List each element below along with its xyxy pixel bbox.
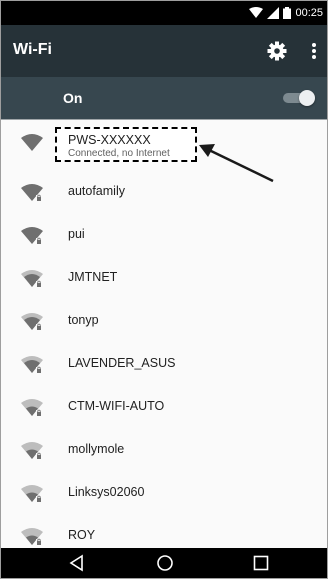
wifi-toggle-label: On (63, 90, 83, 106)
highlight-box: PWS-XXXXXX Connected, no Internet (55, 127, 197, 162)
network-item[interactable]: Linksys02060 (1, 472, 327, 515)
network-ssid: mollymole (68, 442, 125, 456)
signal-icon (267, 7, 280, 19)
network-ssid: LAVENDER_ASUS (68, 356, 176, 370)
network-item[interactable]: pui (1, 214, 327, 257)
network-ssid: JMTNET (68, 270, 118, 284)
screen-frame: 00:25 Wi-Fi On autofamily pui JMTNET ton… (0, 0, 328, 579)
home-icon[interactable] (156, 554, 174, 572)
wifi-locked-icon (21, 356, 43, 373)
network-item[interactable]: autofamily (1, 171, 327, 214)
wifi-full-icon (21, 134, 43, 151)
action-bar: Wi-Fi (1, 25, 327, 77)
wifi-toggle-switch[interactable] (283, 90, 315, 106)
wifi-locked-icon (21, 184, 43, 201)
nav-bar (1, 548, 327, 578)
network-ssid: autofamily (68, 184, 125, 198)
network-item[interactable]: LAVENDER_ASUS (1, 343, 327, 386)
connected-network-status: Connected, no Internet (68, 148, 170, 159)
wifi-locked-icon (21, 227, 43, 244)
network-list: autofamily pui JMTNET tonyp LAVENDER_ASU… (1, 121, 327, 558)
network-ssid: tonyp (68, 313, 99, 327)
network-ssid: Linksys02060 (68, 485, 145, 499)
wifi-locked-icon (21, 399, 43, 416)
status-time: 00:25 (295, 7, 323, 19)
gear-icon[interactable] (267, 41, 287, 61)
back-icon[interactable] (68, 554, 86, 572)
overflow-menu-icon[interactable] (311, 42, 317, 60)
page-title: Wi-Fi (13, 41, 52, 58)
wifi-locked-icon (21, 442, 43, 459)
status-icons: 00:25 (249, 1, 323, 25)
recents-icon[interactable] (252, 554, 270, 572)
status-bar: 00:25 (1, 1, 327, 25)
network-ssid: pui (68, 227, 85, 241)
connected-network-ssid: PWS-XXXXXX (68, 133, 151, 147)
network-item[interactable]: mollymole (1, 429, 327, 472)
network-item[interactable]: tonyp (1, 300, 327, 343)
wifi-toggle-row[interactable]: On (1, 77, 327, 120)
network-item[interactable]: JMTNET (1, 257, 327, 300)
wifi-locked-icon (21, 485, 43, 502)
network-ssid: CTM-WIFI-AUTO (68, 399, 165, 413)
wifi-locked-icon (21, 270, 43, 287)
network-ssid: ROY (68, 528, 96, 542)
wifi-locked-icon (21, 313, 43, 330)
battery-icon (283, 7, 292, 19)
network-item[interactable]: CTM-WIFI-AUTO (1, 386, 327, 429)
switch-thumb (299, 90, 315, 106)
wifi-icon (249, 7, 264, 18)
wifi-locked-icon (21, 528, 43, 545)
